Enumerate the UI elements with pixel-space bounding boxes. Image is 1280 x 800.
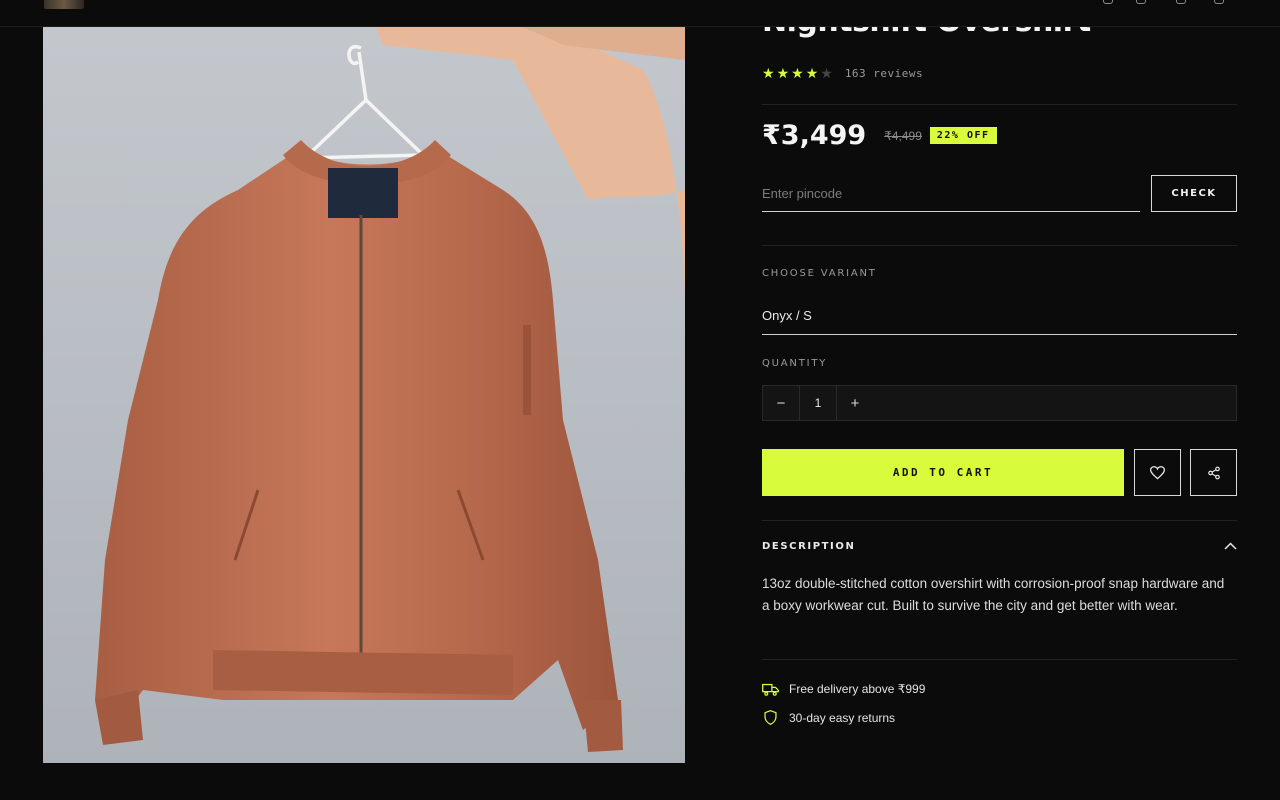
perk-free-delivery: Free delivery above ₹999	[762, 682, 925, 696]
quantity-label: QUANTITY	[762, 358, 828, 369]
quantity-decrement-button[interactable]: −	[763, 386, 799, 420]
shield-icon	[764, 710, 777, 725]
wishlist-header-icon[interactable]	[1176, 0, 1186, 4]
perk-easy-returns: 30-day easy returns	[762, 710, 895, 725]
variant-label: CHOOSE VARIANT	[762, 268, 877, 279]
wishlist-button[interactable]	[1134, 449, 1181, 496]
share-icon	[1207, 466, 1220, 479]
current-price: ₹3,499	[762, 120, 867, 151]
star-empty-icon: ★	[820, 65, 833, 81]
description-accordion-toggle[interactable]: DESCRIPTION	[762, 521, 1237, 571]
perk-text: Free delivery above ₹999	[789, 682, 926, 696]
star-icon: ★	[762, 65, 775, 81]
discount-badge: 22% OFF	[929, 127, 997, 144]
star-icon: ★	[776, 65, 790, 81]
search-icon[interactable]	[1103, 0, 1113, 4]
rating-row: ★ ★ ★ ★ ★ 163 reviews	[762, 64, 1237, 82]
perk-text: 30-day easy returns	[789, 710, 896, 725]
variant-select[interactable]: Onyx / S	[762, 303, 1237, 335]
heart-icon	[1150, 465, 1165, 479]
share-button[interactable]	[1190, 449, 1237, 496]
quantity-increment-button[interactable]: +	[837, 386, 873, 420]
star-icon: ★	[805, 65, 819, 81]
chevron-up-icon	[1224, 542, 1237, 550]
divider	[762, 659, 1237, 660]
price-row: ₹3,499 ₹4,499 22% OFF	[762, 120, 1237, 151]
site-header	[0, 0, 1280, 27]
account-icon[interactable]	[1136, 0, 1146, 4]
truck-icon	[762, 683, 779, 696]
quantity-stepper: − 1 +	[762, 385, 1237, 421]
star-icon: ★	[791, 65, 804, 81]
reviews-link[interactable]: 163 reviews	[845, 67, 923, 80]
description-heading: DESCRIPTION	[762, 540, 856, 552]
check-pincode-button[interactable]: CHECK	[1151, 175, 1237, 212]
pincode-input[interactable]	[762, 175, 1140, 212]
product-image	[43, 0, 685, 763]
product-thumbnail[interactable]	[44, 0, 84, 9]
cart-icon[interactable]	[1214, 0, 1224, 4]
quantity-value[interactable]: 1	[799, 386, 837, 420]
add-to-cart-button[interactable]: ADD TO CART	[762, 449, 1124, 496]
divider	[762, 104, 1237, 105]
compare-price: ₹4,499	[884, 128, 922, 143]
divider	[762, 245, 1237, 246]
description-body: 13oz double-stitched cotton overshirt wi…	[762, 576, 1225, 613]
